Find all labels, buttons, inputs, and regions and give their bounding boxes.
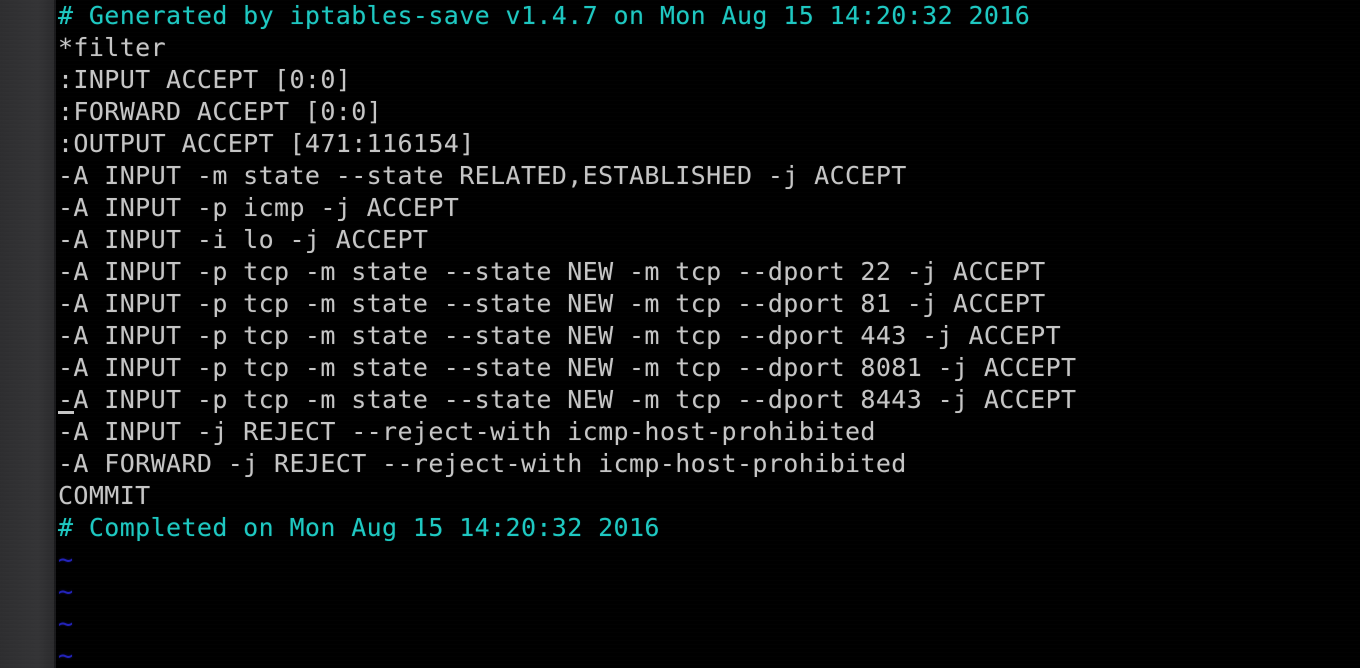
terminal-line: :INPUT ACCEPT [0:0] xyxy=(58,65,352,94)
terminal-line: :FORWARD ACCEPT [0:0] xyxy=(58,97,383,126)
text-cursor xyxy=(58,411,74,414)
terminal-line: -A INPUT -p tcp -m state --state NEW -m … xyxy=(58,353,1077,382)
terminal-output-area[interactable]: # Generated by iptables-save v1.4.7 on M… xyxy=(56,0,1360,668)
terminal-line: *filter xyxy=(58,33,167,62)
terminal-window: # Generated by iptables-save v1.4.7 on M… xyxy=(0,0,1360,668)
terminal-empty-line-marker: ~ xyxy=(58,641,74,668)
terminal-line: COMMIT xyxy=(58,481,151,510)
window-left-gutter xyxy=(0,0,54,668)
terminal-line: -A INPUT -p icmp -j ACCEPT xyxy=(58,193,460,222)
terminal-empty-line-marker: ~ xyxy=(58,577,74,606)
terminal-line: # Completed on Mon Aug 15 14:20:32 2016 xyxy=(58,513,660,542)
terminal-line: -A INPUT -p tcp -m state --state NEW -m … xyxy=(58,385,1077,414)
terminal-line: -A INPUT -p tcp -m state --state NEW -m … xyxy=(58,257,1046,286)
terminal-line: -A INPUT -p tcp -m state --state NEW -m … xyxy=(58,289,1046,318)
terminal-line: -A INPUT -i lo -j ACCEPT xyxy=(58,225,429,254)
terminal-line: -A INPUT -m state --state RELATED,ESTABL… xyxy=(58,161,907,190)
terminal-line: -A FORWARD -j REJECT --reject-with icmp-… xyxy=(58,449,907,478)
terminal-empty-line-marker: ~ xyxy=(58,545,74,574)
terminal-empty-line-marker: ~ xyxy=(58,609,74,638)
terminal-line: # Generated by iptables-save v1.4.7 on M… xyxy=(58,1,1031,30)
terminal-line: :OUTPUT ACCEPT [471:116154] xyxy=(58,129,475,158)
terminal-line: -A INPUT -p tcp -m state --state NEW -m … xyxy=(58,321,1062,350)
terminal-line: -A INPUT -j REJECT --reject-with icmp-ho… xyxy=(58,417,876,446)
